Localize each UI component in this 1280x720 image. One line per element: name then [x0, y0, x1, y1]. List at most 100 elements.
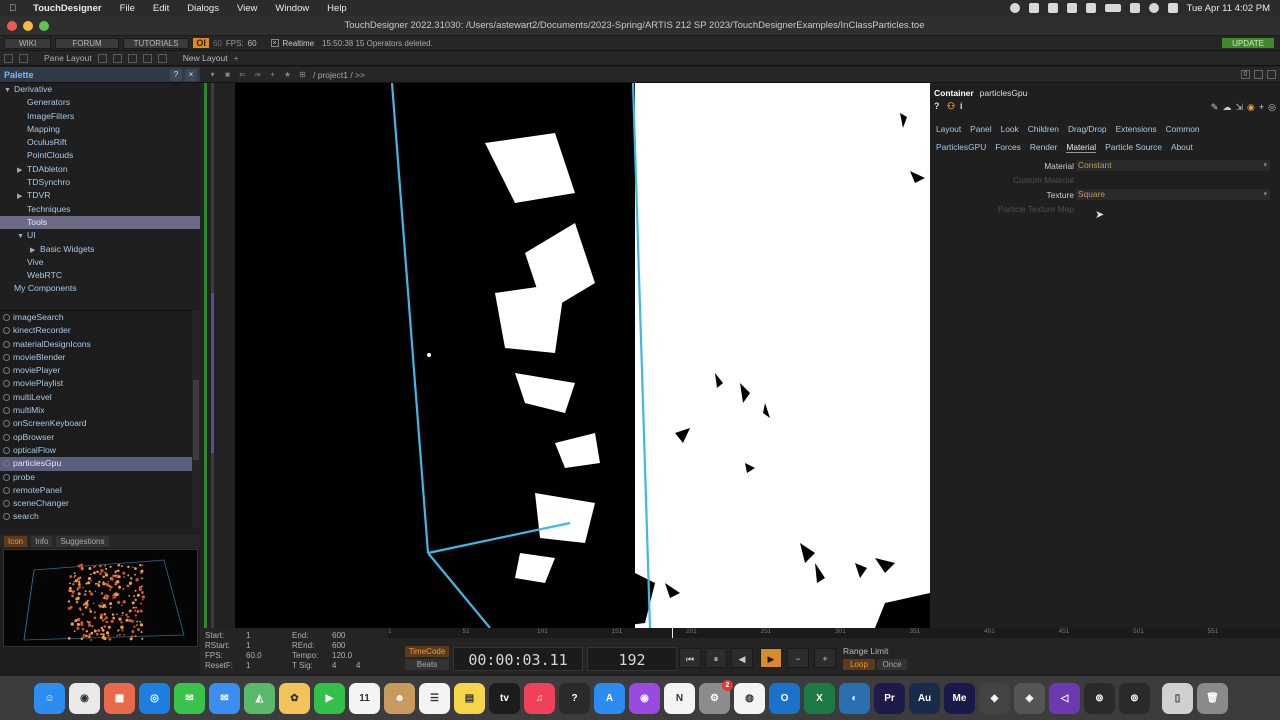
- palette-tree-item[interactable]: ▼ Derivative: [0, 83, 200, 96]
- tab-info[interactable]: Info: [31, 536, 53, 547]
- settings-icon[interactable]: ◎: [1268, 102, 1276, 113]
- param-tab-panel[interactable]: Panel: [970, 124, 991, 134]
- apple-menu-icon[interactable]: : [0, 3, 25, 14]
- pause-button[interactable]: ⏸: [705, 648, 727, 668]
- dock-browser-icon[interactable]: ◐: [839, 682, 870, 714]
- dock-calendar-icon[interactable]: 11: [349, 682, 380, 714]
- battery-icon[interactable]: [1104, 4, 1121, 12]
- dock-visual-studio-icon[interactable]: ◁: [1049, 682, 1080, 714]
- param-tab-look[interactable]: Look: [1001, 124, 1019, 134]
- close-window-icon[interactable]: [7, 20, 17, 31]
- palette-tree-item[interactable]: Techniques: [0, 203, 200, 216]
- dock-audition-icon[interactable]: Au: [909, 682, 940, 714]
- layout-4-icon[interactable]: [142, 53, 152, 63]
- component-list-scrollbar[interactable]: [192, 310, 200, 528]
- param-tab-drag-drop[interactable]: Drag/Drop: [1068, 124, 1107, 134]
- param-menu[interactable]: Constant ▾: [1076, 160, 1270, 171]
- expand-icon[interactable]: ⇲: [1235, 102, 1243, 113]
- component-list-item[interactable]: remotePanel: [0, 484, 192, 497]
- frame-display[interactable]: 192: [587, 647, 677, 671]
- component-list-item[interactable]: moviePlaylist: [0, 377, 192, 390]
- resetf-value[interactable]: 1: [246, 661, 250, 670]
- timecode-display[interactable]: 00:00:03.11: [453, 647, 583, 671]
- dock-tips-icon[interactable]: ?: [559, 682, 590, 714]
- dock-notes-icon[interactable]: ▤: [454, 682, 485, 714]
- component-list-item[interactable]: imageSearch: [0, 311, 192, 324]
- dock-contacts-icon[interactable]: ☻: [384, 682, 415, 714]
- dock-unity-hub-icon[interactable]: ◈: [1014, 682, 1045, 714]
- palette-tree-item[interactable]: WebRTC: [0, 269, 200, 282]
- dock-touchdesigner-1-icon[interactable]: ⊚: [1084, 682, 1115, 714]
- operator-name[interactable]: particlesGpu: [980, 88, 1028, 98]
- record-icon[interactable]: [1009, 3, 1020, 13]
- dock-launchpad-icon[interactable]: ▦: [104, 682, 135, 714]
- param-tab-layout[interactable]: Layout: [936, 124, 961, 134]
- network-path[interactable]: / project1 / >>: [313, 70, 365, 80]
- dock-system-settings-icon[interactable]: ⚙ 2: [699, 679, 733, 714]
- pane-zero-icon[interactable]: 0: [1241, 70, 1250, 79]
- rewind-button[interactable]: ⏮: [679, 648, 701, 668]
- forward-icon[interactable]: ⇒: [253, 70, 262, 79]
- dock-finder-icon[interactable]: ☺: [34, 682, 65, 714]
- minimize-window-icon[interactable]: [23, 20, 33, 31]
- param-tab-render[interactable]: Render: [1030, 142, 1057, 153]
- palette-tree-item[interactable]: Mapping: [0, 123, 200, 136]
- info-icon[interactable]: i: [960, 102, 969, 111]
- stop-icon[interactable]: ■: [223, 70, 232, 79]
- palette-tree-item[interactable]: Tools: [0, 215, 200, 230]
- adobe-icon[interactable]: [1047, 3, 1058, 13]
- dock-touchdesigner-2-icon[interactable]: ⊚: [1119, 682, 1150, 714]
- expanded-arrow-icon[interactable]: ▼: [17, 230, 27, 243]
- palette-tree-item[interactable]: OculusRift: [0, 136, 200, 149]
- dock-media-encoder-icon[interactable]: Me: [944, 682, 975, 714]
- component-list-item[interactable]: kinectRecorder: [0, 324, 192, 337]
- menubar-clock[interactable]: Tue Apr 11 4:02 PM: [1187, 3, 1270, 14]
- menu-dialogs[interactable]: Dialogs: [178, 3, 228, 14]
- update-button[interactable]: UPDATE: [1222, 38, 1274, 48]
- edit-icon[interactable]: ✎: [1211, 102, 1219, 113]
- cloud-icon[interactable]: [1028, 3, 1039, 13]
- once-toggle[interactable]: Once: [877, 659, 907, 670]
- timecode-toggle[interactable]: TimeCode: [405, 646, 449, 657]
- geometry-viewer[interactable]: [235, 83, 930, 628]
- component-list-item[interactable]: multiLevel: [0, 391, 192, 404]
- pane-grid-icon[interactable]: [19, 53, 28, 63]
- python-help-icon[interactable]: ◉: [1247, 102, 1255, 113]
- palette-tree-item[interactable]: TDSynchro: [0, 176, 200, 189]
- bluetooth-icon[interactable]: [1085, 3, 1096, 13]
- component-list-item[interactable]: sceneChanger: [0, 497, 192, 510]
- param-tab-about[interactable]: About: [1171, 142, 1193, 153]
- menu-file[interactable]: File: [111, 3, 144, 14]
- app-menu[interactable]: TouchDesigner: [25, 3, 110, 14]
- dock-tv-icon[interactable]: tv: [489, 682, 520, 714]
- menu-view[interactable]: View: [228, 3, 266, 14]
- tsig-value-a[interactable]: 4: [332, 661, 336, 670]
- palette-tree-item[interactable]: ▶ TDVR: [0, 189, 200, 202]
- dock-podcasts-icon[interactable]: ◉: [629, 682, 660, 714]
- expanded-arrow-icon[interactable]: ▼: [4, 84, 14, 97]
- beats-toggle[interactable]: Beats: [405, 659, 449, 670]
- dock-premiere-icon[interactable]: Pr: [874, 682, 905, 714]
- dock-facetime-icon[interactable]: ▶: [314, 682, 345, 714]
- param-menu[interactable]: Square ▾: [1076, 189, 1270, 200]
- dock-music-icon[interactable]: ♫: [524, 682, 555, 714]
- dock-safari-icon[interactable]: ◎: [139, 682, 170, 714]
- component-list-item[interactable]: opticalFlow: [0, 444, 192, 457]
- component-list-item[interactable]: movieBlender: [0, 351, 192, 364]
- palette-tree-item[interactable]: My Components: [0, 282, 200, 295]
- help-icon[interactable]: ?: [934, 102, 943, 111]
- dock-reminders-icon[interactable]: ☰: [419, 682, 450, 714]
- palette-close-icon[interactable]: ×: [185, 68, 197, 81]
- tempo-value[interactable]: 120.0: [332, 651, 352, 660]
- oi-indicator[interactable]: OI: [193, 38, 209, 48]
- param-tab-particle-source[interactable]: Particle Source: [1105, 142, 1162, 153]
- control-center-icon[interactable]: [1167, 3, 1178, 13]
- component-list-item[interactable]: moviePlayer: [0, 364, 192, 377]
- component-list-item[interactable]: onScreenKeyboard: [0, 417, 192, 430]
- play-button[interactable]: ▶: [760, 648, 782, 668]
- param-tab-forces[interactable]: Forces: [995, 142, 1021, 153]
- param-tab-children[interactable]: Children: [1028, 124, 1059, 134]
- pane-split-icon[interactable]: [4, 53, 13, 63]
- component-list-item[interactable]: particlesGpu: [0, 457, 192, 471]
- dock-news-icon[interactable]: N: [664, 682, 695, 714]
